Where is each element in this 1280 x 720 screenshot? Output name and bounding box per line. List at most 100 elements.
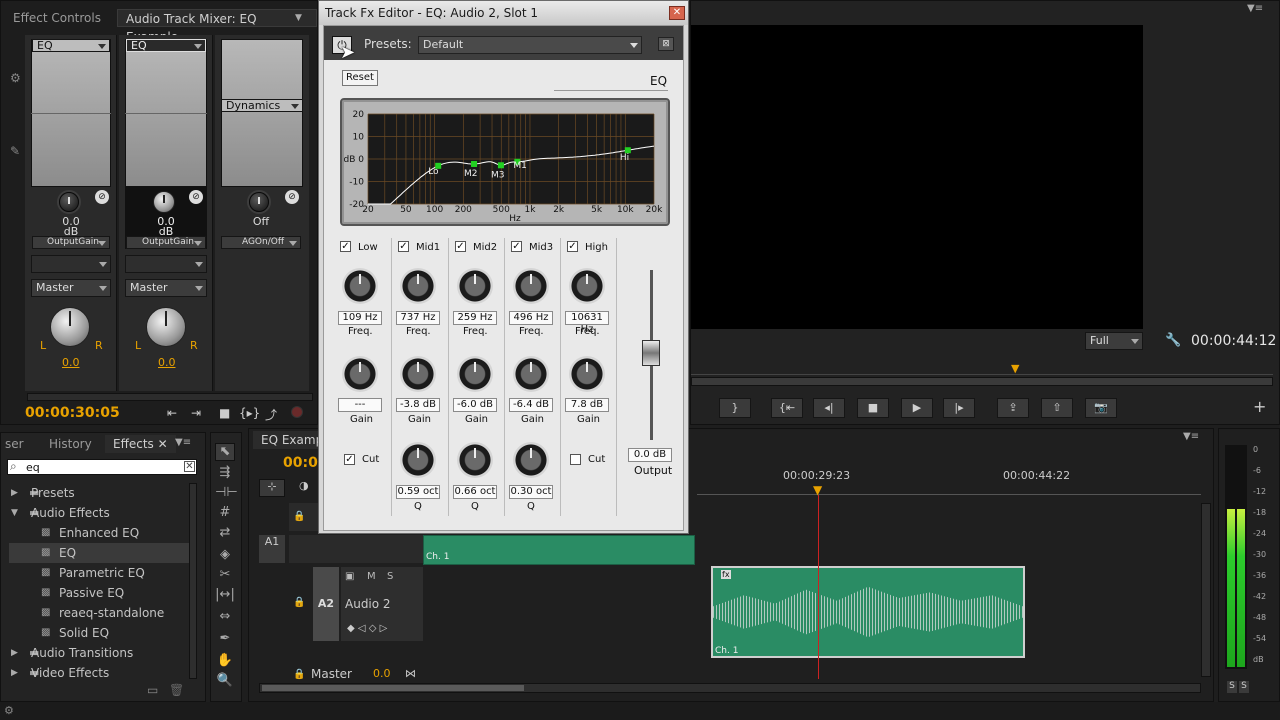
- q-knob[interactable]: [457, 442, 493, 478]
- eq-graph[interactable]: 2010dB 0-10-2020 50 100 200 500 1k 2k 5k 10k 20kH…: [342, 100, 668, 224]
- gain-value[interactable]: -6.4 dB: [509, 398, 553, 412]
- master-end-icon[interactable]: ⋈: [405, 667, 416, 680]
- tree-item[interactable]: ▩ Solid EQ: [9, 623, 191, 643]
- lock-icon[interactable]: 🔒: [293, 597, 305, 608]
- chevron-right-icon[interactable]: ▶: [11, 483, 18, 503]
- search-field[interactable]: ⌕ eq ✕: [7, 459, 197, 475]
- timeline-hscroll[interactable]: [259, 683, 1201, 693]
- loop-icon[interactable]: ⤴: [265, 406, 277, 423]
- tree-item[interactable]: ▼ ▬ Audio Effects: [9, 503, 191, 523]
- gain-value[interactable]: -3.8 dB: [396, 398, 440, 412]
- lock-icon[interactable]: 🔒: [293, 669, 305, 680]
- output-select-1[interactable]: Master: [31, 279, 111, 297]
- tab-effects[interactable]: Effects ✕: [105, 435, 176, 453]
- gain-knob[interactable]: [342, 356, 378, 392]
- band-enable-checkbox[interactable]: ✓: [455, 241, 466, 252]
- mute-button[interactable]: M: [367, 571, 376, 582]
- razor-tool-icon[interactable]: ◈: [215, 547, 235, 565]
- tree-item[interactable]: ▶ ▬ Audio Transitions: [9, 643, 191, 663]
- ripple-edit-tool-icon[interactable]: ⊣⊢: [215, 485, 238, 503]
- track-name-a2[interactable]: Audio 2: [345, 597, 391, 611]
- rate-stretch-tool-icon[interactable]: ⇄: [215, 525, 235, 543]
- gain-value[interactable]: -6.0 dB: [453, 398, 497, 412]
- solo-button[interactable]: S: [387, 571, 393, 582]
- program-timecode[interactable]: 00:00:44:12: [1191, 333, 1276, 349]
- play-in-out-icon[interactable]: {▸}: [239, 406, 260, 420]
- tree-scrollbar[interactable]: [189, 483, 197, 679]
- fx-param-select-1[interactable]: OutputGain: [32, 236, 110, 249]
- stop-icon[interactable]: ■: [219, 406, 230, 420]
- eq-control-point[interactable]: [497, 162, 504, 169]
- tree-item[interactable]: ▶ ▬ Presets: [9, 483, 191, 503]
- fx-param-knob-2[interactable]: [153, 191, 175, 213]
- freq-knob[interactable]: [457, 268, 493, 304]
- gain-value[interactable]: 7.8 dB: [565, 398, 609, 412]
- freq-value[interactable]: 109 Hz: [338, 311, 382, 325]
- zoom-tool-icon[interactable]: 🔍: [215, 673, 235, 691]
- band-enable-checkbox[interactable]: ✓: [511, 241, 522, 252]
- lock-icon[interactable]: 🔒: [293, 511, 305, 522]
- step-back-button[interactable]: ◂|: [813, 398, 845, 418]
- tab-effect-controls[interactable]: Effect Controls: [5, 9, 109, 27]
- tree-item[interactable]: ▩ Enhanced EQ: [9, 523, 191, 543]
- master-value[interactable]: 0.0: [373, 667, 391, 680]
- bypass-icon[interactable]: ⊘: [285, 190, 299, 204]
- q-value[interactable]: 0.66 oct: [453, 485, 497, 499]
- chevron-right-icon[interactable]: ▶: [11, 663, 18, 683]
- output-value[interactable]: 0.0 dB: [628, 448, 672, 462]
- freq-value[interactable]: 737 Hz: [396, 311, 440, 325]
- close-icon[interactable]: ✕: [158, 437, 168, 451]
- clear-search-icon[interactable]: ✕: [184, 461, 195, 472]
- presets-menu-button[interactable]: ⊠: [658, 37, 674, 51]
- q-knob[interactable]: [513, 442, 549, 478]
- fx-param-select-3[interactable]: AGOn/Off: [221, 236, 301, 249]
- bypass-icon[interactable]: ⊘: [95, 190, 109, 204]
- monitor-zoom-scroll[interactable]: [691, 377, 1273, 386]
- hscroll-thumb[interactable]: [262, 685, 524, 691]
- wrench-icon[interactable]: 🔧: [1165, 333, 1181, 348]
- hand-tool-icon[interactable]: ✋: [215, 653, 235, 671]
- pan-knob-1[interactable]: [50, 307, 90, 347]
- panel-menu-icon[interactable]: ▼≡: [1247, 3, 1263, 14]
- close-window-button[interactable]: ✕: [669, 6, 685, 20]
- low-cut-checkbox[interactable]: ✓: [344, 454, 355, 465]
- playhead-marker-icon[interactable]: ▼: [1011, 362, 1019, 375]
- fx-editor-titlebar[interactable]: Track Fx Editor - EQ: Audio 2, Slot 1: [319, 1, 688, 25]
- solo-left-button[interactable]: S: [1227, 681, 1237, 693]
- freq-knob[interactable]: [569, 268, 605, 304]
- go-to-out-icon[interactable]: ⇥: [191, 406, 201, 420]
- gain-knob[interactable]: [400, 356, 436, 392]
- tree-item[interactable]: ▶ ▬ Video Effects: [9, 663, 191, 683]
- pan-knob-2[interactable]: [146, 307, 186, 347]
- panel-menu-icon[interactable]: ▼≡: [1183, 431, 1199, 442]
- freq-value[interactable]: 10631 Hz: [565, 311, 609, 335]
- tree-item[interactable]: ▩ EQ: [9, 543, 191, 563]
- wrench-icon[interactable]: ✎: [10, 144, 20, 158]
- record-icon[interactable]: [291, 406, 303, 418]
- keyframe-icon[interactable]: ◆ ◁ ◇ ▷: [347, 623, 387, 634]
- time-ruler[interactable]: 00:00:29:23 00:00:44:22: [697, 467, 1201, 495]
- eq-control-point[interactable]: [471, 160, 478, 167]
- high-cut-checkbox[interactable]: [570, 454, 581, 465]
- send-select-2[interactable]: [125, 255, 207, 273]
- pen-tool-icon[interactable]: ✒: [215, 631, 235, 649]
- gear-icon[interactable]: ⚙: [10, 71, 21, 85]
- mixer-scrollbar[interactable]: [27, 393, 313, 401]
- freq-knob[interactable]: [342, 268, 378, 304]
- monitor-icon[interactable]: ▣: [345, 571, 354, 582]
- bypass-icon[interactable]: ⊘: [189, 190, 203, 204]
- panel-menu-icon[interactable]: ▼: [295, 13, 302, 23]
- slip-tool-icon[interactable]: |↔|: [215, 587, 235, 605]
- fx-param-select-2[interactable]: OutputGain: [126, 236, 206, 249]
- mark-out-button[interactable]: }: [719, 398, 751, 418]
- razor-icon[interactable]: ✂: [215, 567, 235, 585]
- search-input[interactable]: eq: [26, 461, 40, 474]
- go-to-in-icon[interactable]: ⇤: [167, 406, 177, 420]
- export-frame-button[interactable]: 📷: [1085, 398, 1117, 418]
- snap-icon[interactable]: ⊹: [259, 479, 285, 497]
- output-fader-handle[interactable]: [642, 340, 660, 366]
- send-select-1[interactable]: [31, 255, 111, 273]
- monitor-ruler[interactable]: [691, 363, 1273, 375]
- audio-clip-a1[interactable]: Ch. 1: [423, 535, 695, 565]
- rolling-edit-tool-icon[interactable]: #: [215, 505, 235, 523]
